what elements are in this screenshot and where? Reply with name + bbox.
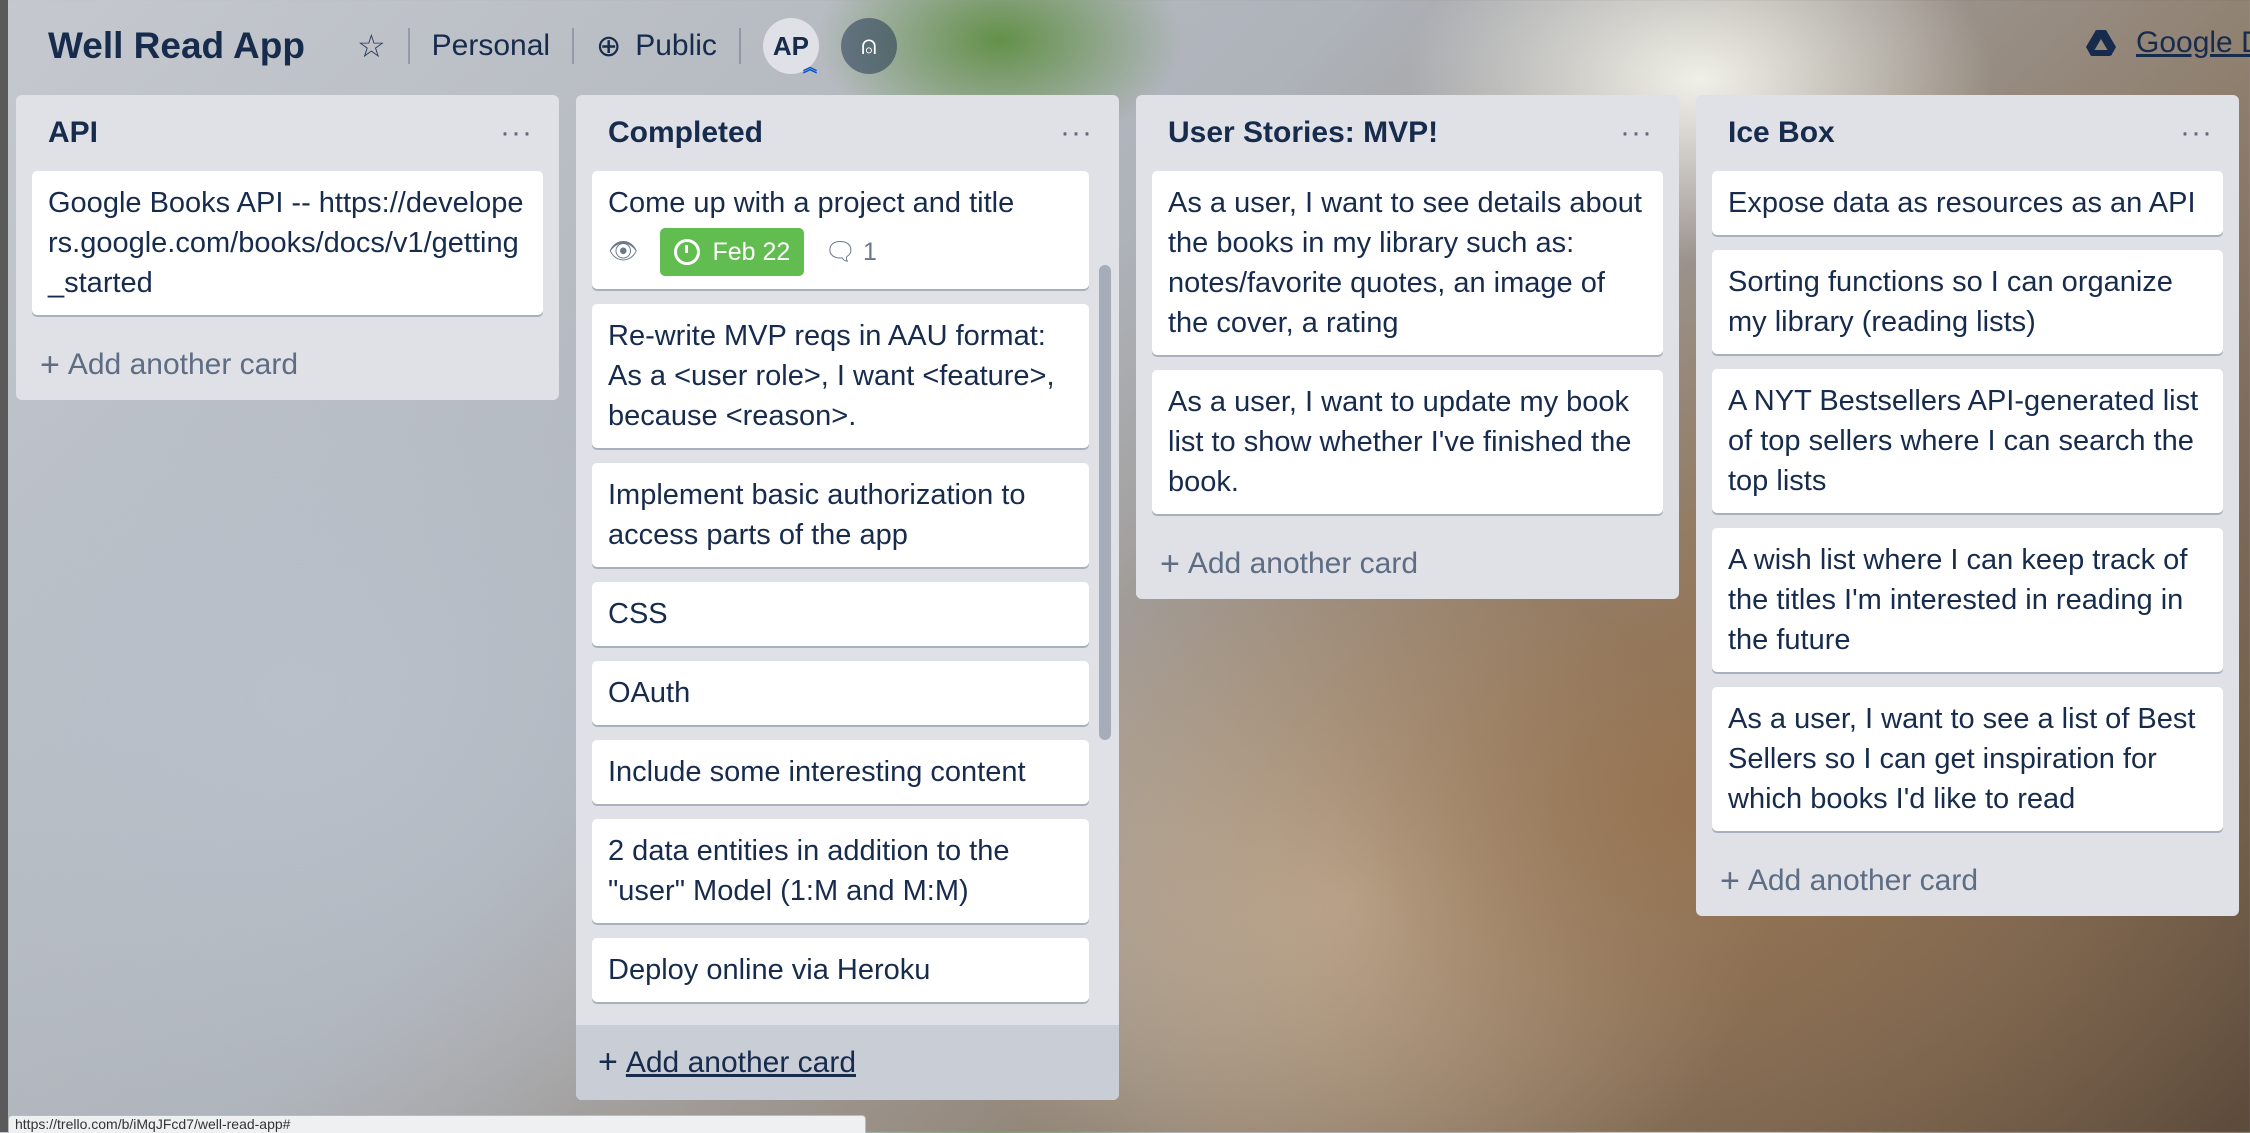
list-menu-icon[interactable]: ··· bbox=[500, 116, 533, 150]
list-user-stories: User Stories: MVP! ··· As a user, I want… bbox=[1136, 95, 1679, 599]
public-label: Public bbox=[635, 29, 717, 62]
due-date-label: Feb 22 bbox=[712, 238, 791, 266]
card[interactable]: Come up with a project and title 👁 Feb 2… bbox=[592, 171, 1089, 289]
add-card-label: Add another card bbox=[1187, 547, 1419, 580]
list-menu-icon[interactable]: ··· bbox=[1620, 116, 1653, 150]
card[interactable]: As a user, I want to see a list of Best … bbox=[1712, 687, 2223, 831]
add-card-button[interactable]: + Add another card bbox=[576, 1025, 1119, 1100]
list-menu-icon[interactable]: ··· bbox=[1060, 116, 1093, 150]
add-card-button[interactable]: + Add another card bbox=[1696, 846, 2239, 916]
comment-count-badge: 🗨 1 bbox=[824, 232, 877, 272]
list-title[interactable]: Ice Box bbox=[1728, 116, 1835, 150]
plus-icon: + bbox=[40, 345, 60, 384]
list-title[interactable]: User Stories: MVP! bbox=[1168, 116, 1438, 150]
list-title[interactable]: API bbox=[48, 116, 98, 150]
admin-chevron-icon: ︽ bbox=[802, 59, 817, 75]
add-card-button[interactable]: + Add another card bbox=[1136, 529, 1679, 599]
list-api: API ··· Google Books API -- https://deve… bbox=[16, 95, 559, 400]
team-visibility-button[interactable]: Personal bbox=[432, 29, 550, 63]
card[interactable]: As a user, I want to see details about t… bbox=[1152, 171, 1663, 355]
card[interactable]: CSS bbox=[592, 582, 1089, 646]
card-scroll-area[interactable]: Come up with a project and title 👁 Feb 2… bbox=[576, 171, 1119, 1025]
divider bbox=[407, 28, 410, 64]
add-card-label: Add another card bbox=[1747, 864, 1979, 897]
google-drive-icon bbox=[2086, 30, 2116, 56]
card[interactable]: Implement basic authorization to access … bbox=[592, 463, 1089, 567]
card[interactable]: A wish list where I can keep track of th… bbox=[1712, 528, 2223, 672]
card[interactable]: Re-write MVP reqs in AAU format: As a <u… bbox=[592, 304, 1089, 448]
card[interactable]: 2 data entities in addition to the "user… bbox=[592, 819, 1089, 923]
card-badges: 👁 Feb 22 🗨 1 bbox=[608, 227, 1073, 277]
public-visibility-button[interactable]: ⊕ Public bbox=[596, 29, 717, 64]
plus-icon: + bbox=[598, 1043, 618, 1081]
board-header: Well Read App ☆ Personal ⊕ Public AP ︽ ⍝ bbox=[8, 0, 2250, 92]
add-card-label: Add another card bbox=[625, 1045, 857, 1079]
card[interactable]: Google Books API -- https://developers.g… bbox=[32, 171, 543, 315]
list-header: Ice Box ··· bbox=[1696, 95, 2239, 171]
comment-icon: 🗨 bbox=[824, 238, 857, 266]
due-date-badge[interactable]: Feb 22 bbox=[660, 228, 805, 276]
card-list: Come up with a project and title 👁 Feb 2… bbox=[576, 171, 1119, 1002]
list-title[interactable]: Completed bbox=[608, 116, 763, 150]
card-list: Expose data as resources as an API Sorti… bbox=[1696, 171, 2239, 831]
board-title[interactable]: Well Read App bbox=[48, 25, 305, 67]
plus-icon: + bbox=[1160, 544, 1180, 583]
divider bbox=[738, 28, 741, 64]
google-drive-button[interactable]: Google Drive bbox=[2086, 26, 2250, 60]
card[interactable]: Deploy online via Heroku bbox=[592, 938, 1089, 1002]
browser-status-url: https://trello.com/b/iMqJFcd7/well-read-… bbox=[8, 1115, 866, 1133]
list-completed: Completed ··· Come up with a project and… bbox=[576, 95, 1119, 1100]
plus-icon: + bbox=[1720, 861, 1740, 900]
list-header: User Stories: MVP! ··· bbox=[1136, 95, 1679, 171]
card[interactable]: Include some interesting content bbox=[592, 740, 1089, 804]
list-header: Completed ··· bbox=[576, 95, 1119, 171]
add-card-label: Add another card bbox=[67, 348, 299, 381]
globe-icon: ⊕ bbox=[596, 29, 622, 63]
divider bbox=[572, 28, 575, 64]
card-title: Come up with a project and title bbox=[608, 187, 1015, 219]
card[interactable]: As a user, I want to update my book list… bbox=[1152, 370, 1663, 514]
avatar[interactable]: AP ︽ bbox=[762, 18, 819, 75]
card-list: As a user, I want to see details about t… bbox=[1136, 171, 1679, 514]
card[interactable]: Sorting functions so I can organize my l… bbox=[1712, 250, 2223, 354]
list-ice-box: Ice Box ··· Expose data as resources as … bbox=[1696, 95, 2239, 916]
google-drive-label: Google Drive bbox=[2136, 26, 2250, 59]
list-header: API ··· bbox=[16, 95, 559, 171]
list-menu-icon[interactable]: ··· bbox=[2180, 116, 2213, 150]
add-card-button[interactable]: + Add another card bbox=[16, 330, 559, 400]
card[interactable]: Expose data as resources as an API bbox=[1712, 171, 2223, 235]
watch-eye-icon: 👁 bbox=[608, 238, 639, 265]
invite-member-icon[interactable]: ⍝ bbox=[840, 18, 897, 74]
comment-count: 1 bbox=[863, 238, 877, 266]
card[interactable]: OAuth bbox=[592, 661, 1089, 725]
card-list: Google Books API -- https://developers.g… bbox=[16, 171, 559, 315]
clock-icon bbox=[674, 239, 701, 265]
card[interactable]: A NYT Bestsellers API-generated list of … bbox=[1712, 369, 2223, 513]
list-scrollbar[interactable] bbox=[1099, 265, 1111, 740]
avatar-initials: AP bbox=[772, 30, 809, 61]
star-icon[interactable]: ☆ bbox=[357, 27, 386, 65]
window-edge bbox=[0, 0, 8, 1132]
